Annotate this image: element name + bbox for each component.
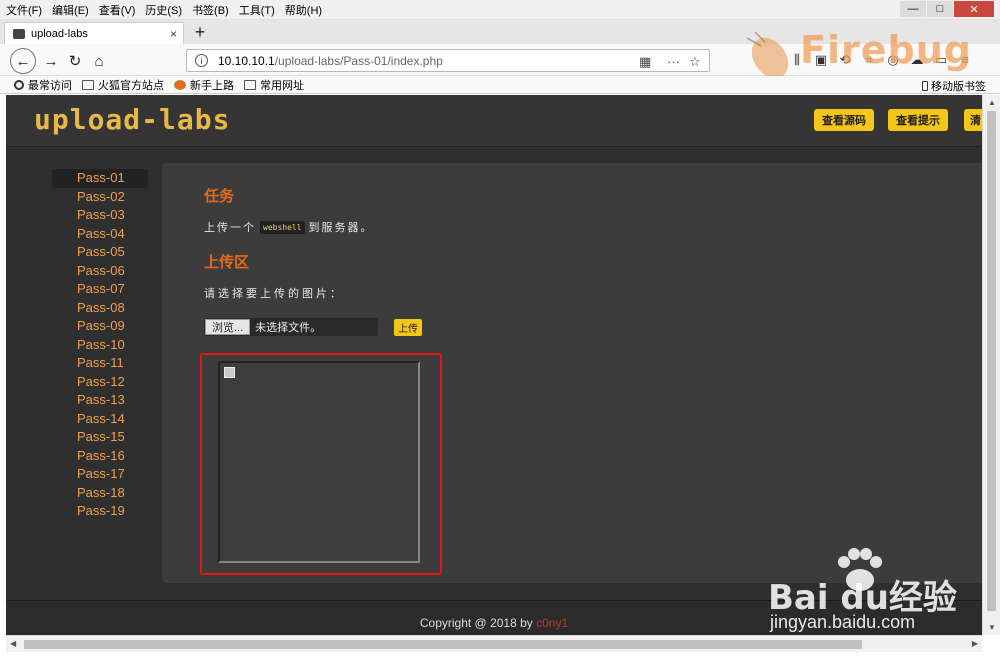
broken-image-icon (224, 367, 235, 378)
task-heading: 任务 (204, 188, 235, 205)
sidebar-item-pass-13[interactable]: Pass-13 (52, 391, 148, 410)
sidebar-item-pass-18[interactable]: Pass-18 (52, 484, 148, 503)
choose-image-label: 请选择要上传的图片： (204, 288, 344, 300)
window-controls: — □ ✕ (899, 1, 994, 17)
sidebar-item-pass-06[interactable]: Pass-06 (52, 262, 148, 281)
home-icon[interactable]: ⌂ (88, 50, 110, 72)
horizontal-scroll-thumb[interactable] (24, 640, 862, 649)
sidebar-item-pass-07[interactable]: Pass-07 (52, 280, 148, 299)
vertical-scroll-thumb[interactable] (987, 111, 996, 611)
sidebar-item-pass-09[interactable]: Pass-09 (52, 317, 148, 336)
qr-code-icon[interactable]: ▦ (639, 54, 651, 70)
sidebar-item-pass-14[interactable]: Pass-14 (52, 410, 148, 429)
maximize-icon[interactable]: □ (927, 1, 953, 17)
url-host: 10.10.10.1 (218, 53, 275, 68)
bookmark-mobile[interactable]: 移动版书签 (922, 78, 986, 94)
bookmark-label: 最常访问 (28, 79, 72, 92)
sidebar-nav: Pass-01 Pass-02 Pass-03 Pass-04 Pass-05 … (52, 169, 148, 521)
bookmark-label: 火狐官方站点 (98, 79, 164, 92)
menu-history[interactable]: 历史(S) (145, 2, 182, 18)
sidebar-item-pass-10[interactable]: Pass-10 (52, 336, 148, 355)
bookmark-firefox-official[interactable]: 火狐官方站点 (82, 77, 164, 93)
bookmark-label: 常用网址 (260, 79, 304, 92)
task-description: 上传一个 webshell 到服务器。 (204, 219, 374, 235)
sidebar-item-pass-08[interactable]: Pass-08 (52, 299, 148, 318)
bookmark-label: 新手上路 (190, 79, 234, 92)
browse-button[interactable]: 浏览... (205, 319, 251, 335)
file-input[interactable]: 浏览... 未选择文件。 (204, 318, 378, 336)
site-logo[interactable]: upload-labs (34, 103, 230, 136)
view-hint-button[interactable]: 查看提示 (888, 109, 948, 131)
copyright-text: Copyright @ 2018 by (419, 616, 537, 630)
gear-icon (14, 79, 24, 90)
scroll-right-icon[interactable]: ▶ (972, 639, 978, 648)
bookmark-label: 移动版书签 (931, 81, 986, 93)
upload-heading: 上传区 (204, 254, 250, 271)
sidebar-item-pass-16[interactable]: Pass-16 (52, 447, 148, 466)
sidebar-item-pass-01[interactable]: Pass-01 (52, 169, 148, 188)
scroll-left-icon[interactable]: ◀ (10, 639, 16, 648)
sidebar-item-pass-02[interactable]: Pass-02 (52, 188, 148, 207)
sidebar-item-pass-04[interactable]: Pass-04 (52, 225, 148, 244)
firebug-watermark: Firebug (800, 28, 972, 72)
task-suffix: 到服务器。 (308, 222, 374, 234)
page-favicon-icon (13, 28, 25, 39)
reload-icon[interactable]: ↻ (64, 50, 86, 72)
task-code: webshell (260, 220, 305, 234)
tab-title: upload-labs (31, 27, 88, 40)
view-source-button[interactable]: 查看源码 (814, 109, 874, 131)
new-tab-icon[interactable]: + (190, 22, 210, 42)
menu-view[interactable]: 查看(V) (99, 2, 136, 18)
site-header: upload-labs 查看源码 查看提示 清 (6, 95, 982, 147)
upload-button[interactable]: 上传 (394, 319, 422, 336)
menu-bookmarks[interactable]: 书签(B) (192, 2, 229, 18)
close-window-icon[interactable]: ✕ (954, 1, 994, 17)
clear-button[interactable]: 清 (964, 109, 982, 131)
url-bar[interactable]: i 10.10.10.1 /upload-labs/Pass-01/index.… (186, 49, 710, 72)
sidebar-item-pass-17[interactable]: Pass-17 (52, 465, 148, 484)
minimize-icon[interactable]: — (900, 1, 926, 17)
menu-file[interactable]: 文件(F) (6, 2, 42, 18)
menu-edit[interactable]: 编辑(E) (52, 2, 89, 18)
sidebar-item-pass-05[interactable]: Pass-05 (52, 243, 148, 262)
scroll-up-icon[interactable]: ▲ (988, 98, 996, 107)
tab-close-icon[interactable]: × (170, 27, 177, 41)
back-icon[interactable]: ← (10, 48, 36, 74)
url-path: /upload-labs/Pass-01/index.php (274, 53, 443, 68)
bookmark-most-visited[interactable]: 最常访问 (14, 77, 72, 93)
sidebar-item-pass-19[interactable]: Pass-19 (52, 502, 148, 521)
scroll-down-icon[interactable]: ▼ (988, 623, 996, 632)
firefox-icon (174, 79, 186, 90)
sidebar-item-pass-03[interactable]: Pass-03 (52, 206, 148, 225)
bookmark-common-sites[interactable]: 常用网址 (244, 77, 304, 93)
menu-help[interactable]: 帮助(H) (285, 2, 322, 18)
sidebar-item-pass-11[interactable]: Pass-11 (52, 354, 148, 373)
bookmarks-bar: 最常访问 火狐官方站点 新手上路 常用网址 移动版书签 (0, 76, 1000, 94)
author-link[interactable]: c0ny1 (536, 616, 568, 630)
tab-upload-labs[interactable]: upload-labs × (4, 22, 184, 44)
main-panel: 任务 上传一个 webshell 到服务器。 上传区 请选择要上传的图片： 浏览… (162, 163, 982, 583)
file-status: 未选择文件。 (255, 322, 322, 334)
folder-icon (244, 79, 256, 90)
site-info-icon[interactable]: i (195, 54, 208, 67)
baidu-watermark-url: jingyan.baidu.com (770, 612, 916, 632)
menu-tools[interactable]: 工具(T) (239, 2, 275, 18)
menu-bar: 文件(F) 编辑(E) 查看(V) 历史(S) 书签(B) 工具(T) 帮助(H… (0, 0, 1000, 20)
sidebar-item-pass-15[interactable]: Pass-15 (52, 428, 148, 447)
folder-icon (82, 79, 94, 90)
phone-icon (922, 81, 928, 91)
vertical-scrollbar[interactable]: ▲ ▼ (982, 95, 1000, 635)
sidebar-item-pass-12[interactable]: Pass-12 (52, 373, 148, 392)
image-preview (218, 361, 420, 563)
horizontal-scrollbar[interactable]: ◀ ▶ (6, 635, 982, 652)
bookmark-star-icon[interactable]: ☆ (689, 54, 701, 70)
page-actions-icon[interactable]: ··· (667, 54, 680, 69)
task-prefix: 上传一个 (204, 222, 256, 234)
forward-icon[interactable]: → (40, 50, 62, 72)
bookmark-getting-started[interactable]: 新手上路 (174, 77, 234, 93)
